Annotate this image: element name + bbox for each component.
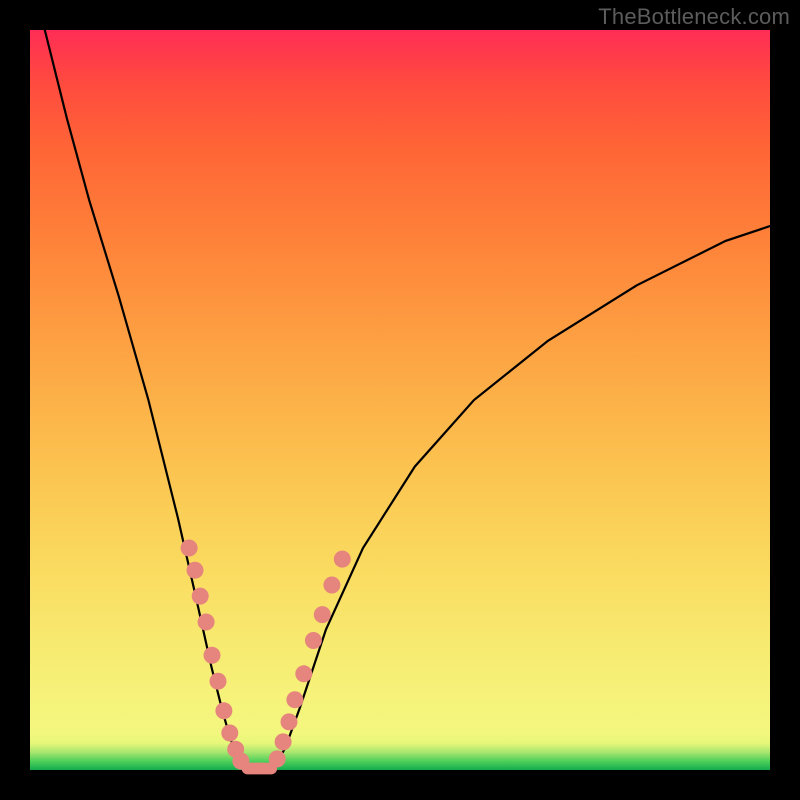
marker-left-7 [221,725,238,742]
marker-left-5 [210,673,227,690]
marker-left-0 [181,540,198,557]
marker-right-5 [305,632,322,649]
marker-left-3 [198,614,215,631]
marker-bottom-bar [242,763,278,775]
marker-right-6 [314,606,331,623]
marker-right-8 [334,551,351,568]
marker-right-3 [286,691,303,708]
marker-left-2 [192,588,209,605]
chart-frame: TheBottleneck.com [0,0,800,800]
marker-left-6 [215,702,232,719]
marker-right-4 [295,665,312,682]
marker-right-7 [323,577,340,594]
marker-right-1 [275,733,292,750]
curve-bottleneck-right [274,226,770,768]
marker-left-4 [204,647,221,664]
marker-left-1 [187,562,204,579]
marker-right-2 [281,713,298,730]
chart-overlay [30,30,770,770]
watermark-text: TheBottleneck.com [598,4,790,30]
